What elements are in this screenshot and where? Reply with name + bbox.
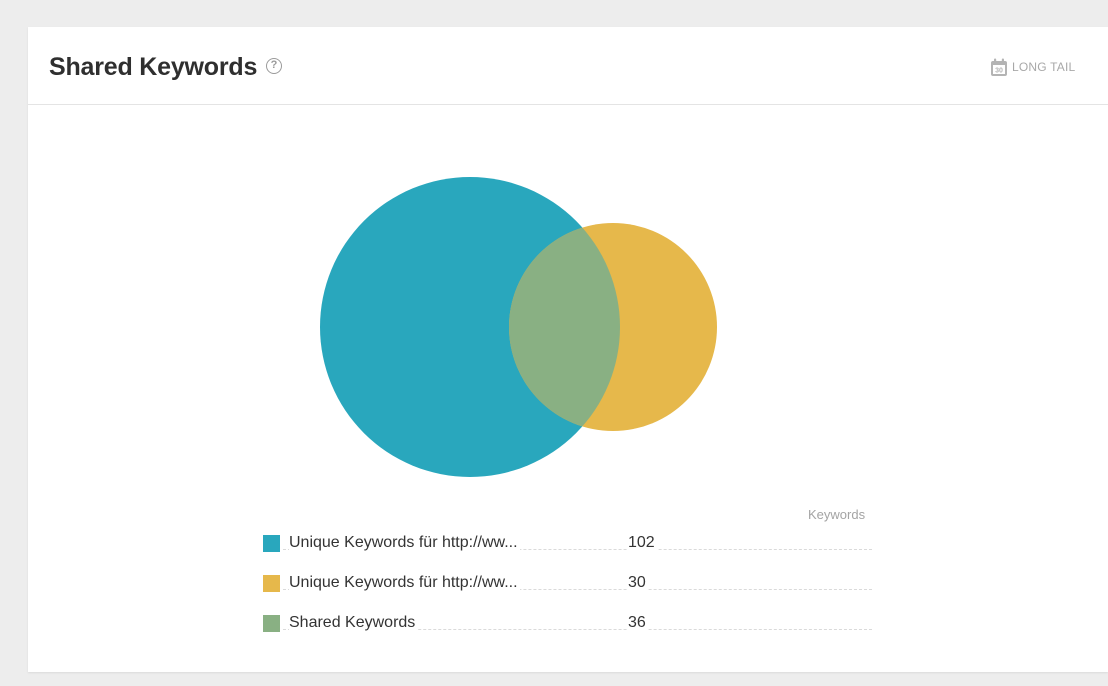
legend-label: Shared Keywords <box>289 614 418 632</box>
legend-swatch <box>263 615 280 632</box>
legend-swatch <box>263 535 280 552</box>
legend-label: Unique Keywords für http://ww... <box>289 534 520 552</box>
shared-keywords-card: Shared Keywords ? 30 LONG TAIL Keywords … <box>28 27 1108 672</box>
legend-swatch <box>263 575 280 592</box>
legend-item[interactable]: Unique Keywords für http://ww... 102 <box>263 532 872 554</box>
venn-diagram <box>320 177 717 477</box>
legend-item[interactable]: Unique Keywords für http://ww... 30 <box>263 572 872 594</box>
legend-value: 30 <box>628 574 648 592</box>
legend-value: 36 <box>628 614 648 632</box>
legend-column-header: Keywords <box>808 507 866 522</box>
legend-label: Unique Keywords für http://ww... <box>289 574 520 592</box>
legend-value: 102 <box>628 534 657 552</box>
legend-item[interactable]: Shared Keywords 36 <box>263 612 872 634</box>
